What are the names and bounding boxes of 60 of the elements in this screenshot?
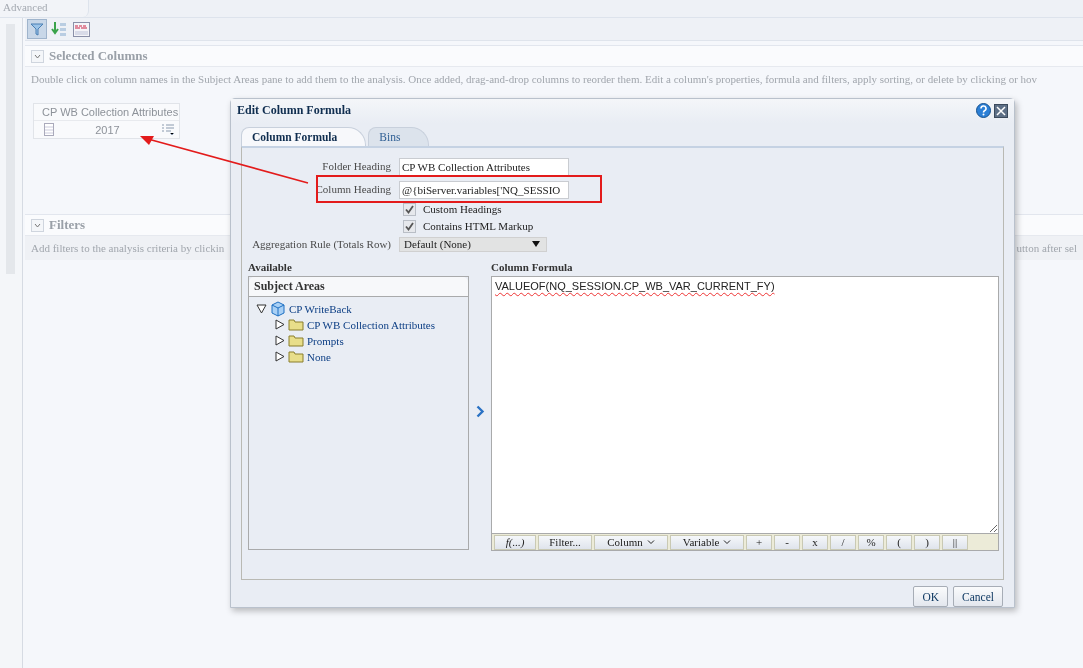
checkbox-label: Custom Headings (423, 203, 502, 216)
expand-triangle-icon[interactable] (274, 335, 285, 347)
section-label: Column Formula (491, 260, 574, 273)
column-heading: 2017 (95, 123, 120, 136)
formula-button[interactable]: f(...) (494, 534, 536, 550)
folder-icon (288, 318, 304, 332)
dropdown-arrow-icon (532, 241, 540, 248)
dialog-button[interactable]: Cancel (953, 586, 1003, 607)
text-field[interactable]: CP WB Collection Attributes (399, 157, 569, 176)
help-text: Add filters to the analysis criteria by clickin (31, 242, 225, 254)
dropdown-button[interactable]: Column (594, 534, 668, 550)
checkbox-label: Contains HTML Markup (423, 220, 534, 233)
folder-icon (288, 334, 304, 348)
dropdown[interactable]: Default (None) (399, 236, 547, 252)
formula-button[interactable]: % (858, 534, 884, 550)
formula-editor[interactable]: VALUEOF(NQ_SESSION.CP_WB_VAR_CURRENT_FY) (491, 275, 999, 534)
panel-title: Subject Areas (249, 276, 468, 297)
collapse-icon[interactable] (31, 49, 44, 63)
formula-button[interactable]: || (942, 534, 968, 550)
cube-icon (270, 300, 286, 317)
formula-button[interactable]: + (746, 534, 772, 550)
section-label: Available (248, 260, 293, 273)
dialog-button[interactable]: OK (913, 586, 949, 607)
expand-triangle-icon[interactable] (274, 319, 285, 331)
formula-button[interactable]: ( (886, 534, 912, 550)
chart-xyz-icon[interactable] (71, 19, 91, 39)
formula-button[interactable]: Filter... (538, 534, 592, 550)
formula-button[interactable]: - (774, 534, 800, 550)
formula-button[interactable]: ) (914, 534, 940, 550)
section-title: Selected Columns (49, 48, 148, 64)
text-field[interactable]: @{biServer.variables['NQ_SESSIO (399, 180, 569, 199)
dialog-title: Edit Column Formula (237, 103, 351, 119)
column-icon (44, 123, 54, 136)
tree-item[interactable]: Prompts (307, 334, 344, 347)
tab[interactable]: Bins (368, 126, 430, 146)
caret-icon (723, 539, 732, 545)
help-text: Double click on column names in the Subject Areas pane to add them to the analysis. Once added, drag-and-drop columns to reorder them. Edit a column's properties, formula and filters, apply sorting, or delete by clicking or hov (31, 73, 1038, 85)
field-label: Aggregation Rule (Totals Row) (251, 238, 391, 251)
checkbox[interactable] (403, 219, 416, 233)
column-folder-name: CP WB Collection Attributes (34, 104, 179, 121)
close-icon[interactable] (994, 103, 1008, 118)
section-title: Filters (49, 217, 86, 233)
collapse-triangle-icon[interactable] (256, 303, 267, 315)
filter-icon[interactable] (27, 19, 47, 39)
help-icon[interactable] (976, 103, 991, 119)
help-text: utton after sel (1016, 242, 1077, 254)
collapse-icon[interactable] (31, 218, 44, 232)
formula-button[interactable]: x (802, 534, 828, 550)
expand-triangle-icon[interactable] (274, 351, 285, 363)
field-label: Folder Heading (321, 160, 391, 173)
tree-item[interactable]: CP WB Collection Attributes (307, 318, 436, 331)
tree-item[interactable]: CP WriteBack (289, 302, 352, 315)
folder-icon (288, 350, 304, 364)
tab[interactable]: Column Formula (241, 126, 367, 146)
options-icon[interactable] (161, 124, 175, 135)
caret-icon (646, 539, 655, 545)
sort-icon[interactable] (49, 19, 69, 39)
dropdown-button[interactable]: Variable (670, 534, 744, 550)
tree-item[interactable]: None (307, 350, 331, 363)
formula-button[interactable]: / (830, 534, 856, 550)
